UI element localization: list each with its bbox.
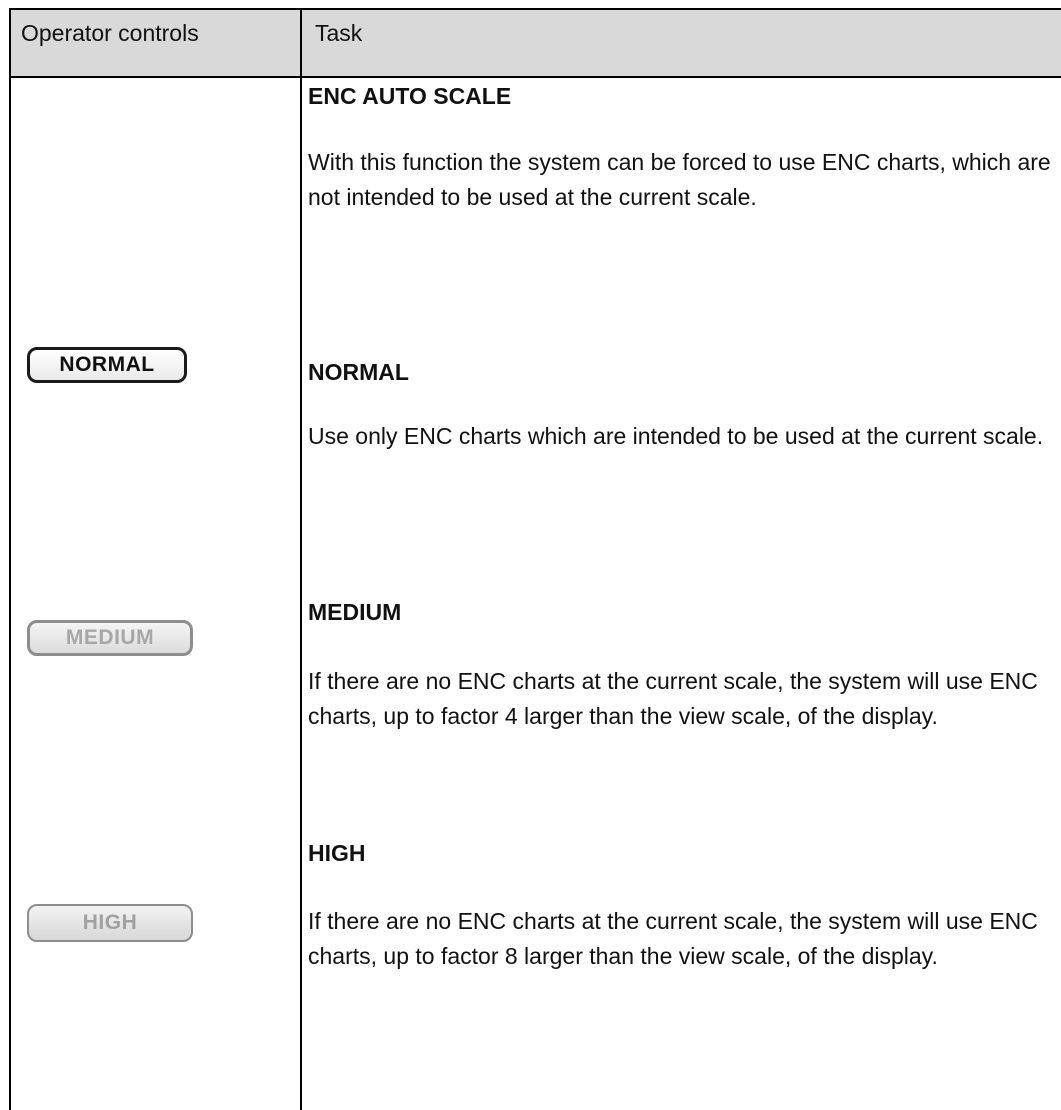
medium-button[interactable]: MEDIUM bbox=[27, 620, 193, 656]
section-text-enc-auto-scale: With this function the system can be for… bbox=[308, 149, 1051, 210]
header-task: Task bbox=[315, 20, 363, 46]
section-title-enc-auto-scale: ENC AUTO SCALE bbox=[308, 83, 512, 109]
section-text-medium: If there are no ENC charts at the curren… bbox=[308, 668, 1038, 729]
header-operator-controls: Operator controls bbox=[21, 20, 199, 46]
section-title-high: HIGH bbox=[308, 840, 366, 866]
section-text-normal: Use only ENC charts which are intended t… bbox=[308, 423, 1044, 449]
section-text-high: If there are no ENC charts at the curren… bbox=[308, 908, 1038, 969]
table-left-border bbox=[9, 8, 11, 1110]
section-title-normal: NORMAL bbox=[308, 359, 409, 385]
table-header: Operator controls Task bbox=[9, 8, 1061, 78]
normal-button[interactable]: NORMAL bbox=[27, 347, 187, 383]
section-title-medium: MEDIUM bbox=[308, 599, 402, 625]
high-button[interactable]: HIGH bbox=[27, 904, 193, 942]
column-divider bbox=[300, 8, 302, 1110]
